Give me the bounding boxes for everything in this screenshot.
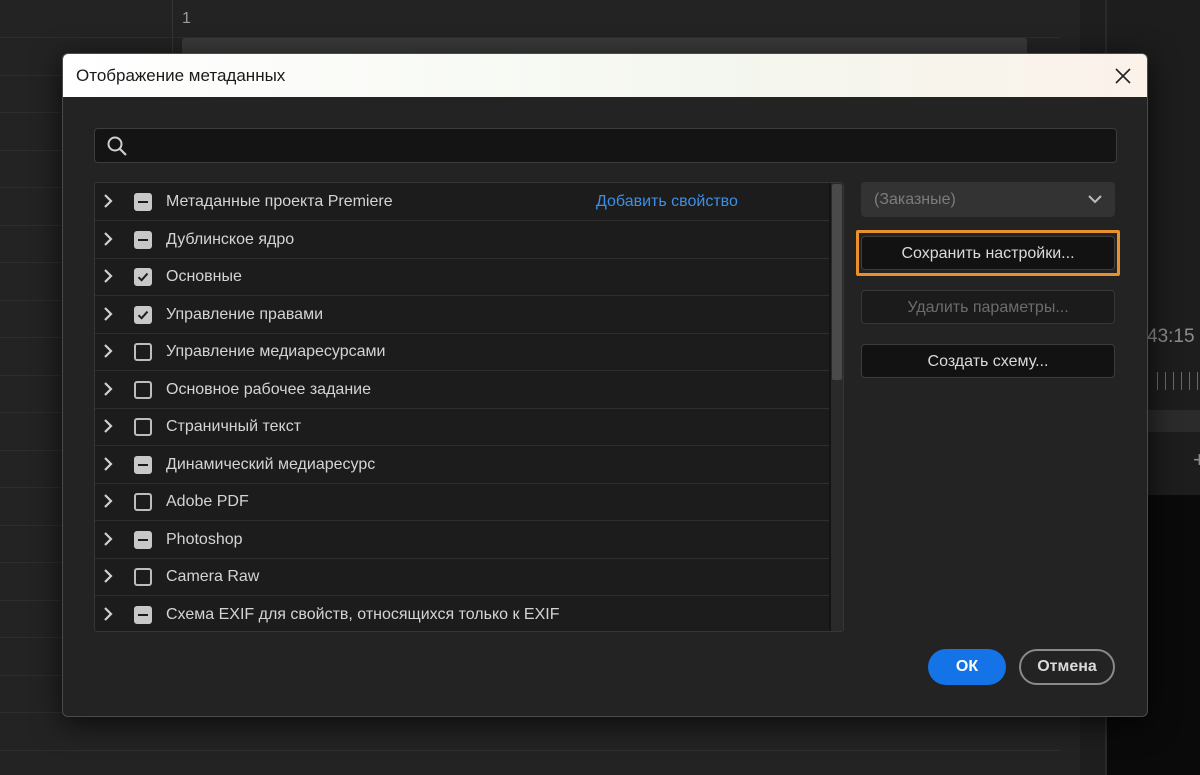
- search-field[interactable]: [94, 128, 1117, 163]
- tree-scrollbar[interactable]: [831, 183, 843, 631]
- schema-label: Схема EXIF для свойств, относящихся толь…: [166, 605, 560, 623]
- background-row-value: 1: [182, 10, 191, 27]
- tree-scrollbar-thumb[interactable]: [832, 184, 842, 380]
- search-icon: [106, 135, 128, 162]
- add-property-link[interactable]: Добавить свойство: [596, 183, 738, 220]
- tree-row[interactable]: Дублинское ядро: [95, 220, 829, 259]
- delete-settings-button[interactable]: Удалить параметры...: [861, 290, 1115, 324]
- ok-button[interactable]: ОК: [928, 649, 1006, 685]
- schema-label: Основное рабочее задание: [166, 380, 371, 398]
- chevron-right-icon[interactable]: [101, 493, 115, 514]
- preset-dropdown[interactable]: (Заказные): [861, 182, 1115, 217]
- tree-row[interactable]: Управление медиаресурсами: [95, 333, 829, 371]
- chevron-right-icon[interactable]: [101, 231, 115, 252]
- tree-row[interactable]: Photoshop: [95, 520, 829, 559]
- schema-label: Метаданные проекта Premiere: [166, 193, 393, 210]
- schema-label: Динамический медиаресурс: [166, 455, 376, 473]
- schema-label: Управление медиаресурсами: [166, 343, 386, 360]
- schema-checkbox[interactable]: [134, 343, 152, 361]
- chevron-right-icon[interactable]: [101, 381, 115, 402]
- chevron-right-icon[interactable]: [101, 568, 115, 589]
- schema-label: Управление правами: [166, 305, 324, 323]
- tree-row[interactable]: Управление правами: [95, 295, 829, 334]
- dialog-titlebar: Отображение метаданных: [63, 54, 1147, 97]
- schema-label: Adobe PDF: [166, 493, 249, 510]
- schema-checkbox[interactable]: [134, 455, 152, 474]
- schema-label: Страничный текст: [166, 418, 302, 435]
- schema-label: Дублинское ядро: [166, 230, 295, 248]
- schema-checkbox[interactable]: [134, 605, 152, 624]
- chevron-right-icon[interactable]: [101, 418, 115, 439]
- close-icon[interactable]: [1107, 60, 1139, 92]
- chevron-right-icon[interactable]: [101, 268, 115, 289]
- schema-label: Основные: [166, 268, 242, 285]
- tree-row[interactable]: Основное рабочее задание: [95, 370, 829, 409]
- schema-checkbox[interactable]: [134, 268, 152, 286]
- chevron-right-icon[interactable]: [101, 606, 115, 627]
- plus-icon: +: [1193, 447, 1200, 472]
- chevron-right-icon[interactable]: [101, 531, 115, 552]
- tree-row[interactable]: Страничный текст: [95, 408, 829, 446]
- chevron-right-icon[interactable]: [101, 456, 115, 477]
- metadata-display-dialog: Отображение метаданных Схема EXIF для св…: [62, 53, 1148, 717]
- chevron-right-icon[interactable]: [101, 193, 115, 214]
- tree-row[interactable]: Adobe PDF: [95, 483, 829, 521]
- background-row: а EXIF для свойств, относящихся только к…: [0, 713, 1060, 751]
- cancel-button[interactable]: Отмена: [1019, 649, 1115, 685]
- tree-row[interactable]: Динамический медиаресурс: [95, 445, 829, 484]
- preset-value: (Заказные): [874, 191, 956, 208]
- chevron-down-icon: [1087, 192, 1103, 211]
- chevron-right-icon[interactable]: [101, 306, 115, 327]
- schema-checkbox[interactable]: [134, 493, 152, 511]
- chevron-right-icon[interactable]: [101, 343, 115, 364]
- tree-row[interactable]: Метаданные проекта Premiere Добавить свой…: [95, 183, 829, 221]
- schema-checkbox[interactable]: [134, 193, 152, 211]
- schema-label: Camera Raw: [166, 568, 260, 585]
- timecode: 43:15: [1147, 326, 1195, 347]
- schema-checkbox[interactable]: [134, 530, 152, 549]
- create-schema-button[interactable]: Создать схему...: [861, 344, 1115, 378]
- highlight-frame: [856, 230, 1120, 276]
- schema-checkbox[interactable]: [134, 230, 152, 249]
- schema-checkbox[interactable]: [134, 568, 152, 586]
- tree-row[interactable]: Основные: [95, 258, 829, 296]
- tree-row[interactable]: Camera Raw: [95, 558, 829, 596]
- schema-checkbox[interactable]: [134, 418, 152, 436]
- schema-label: Photoshop: [166, 530, 243, 548]
- dialog-title: Отображение метаданных: [76, 66, 286, 85]
- tree-row[interactable]: Схема EXIF для свойств, относящихся толь…: [95, 595, 829, 631]
- schema-checkbox[interactable]: [134, 380, 152, 399]
- background-row: льзование аудио1: [0, 0, 1060, 38]
- schema-checkbox[interactable]: [134, 305, 152, 324]
- metadata-schema-tree: Схема EXIF для свойств, относящихся толь…: [94, 182, 844, 632]
- timeline-ruler: [1157, 372, 1200, 390]
